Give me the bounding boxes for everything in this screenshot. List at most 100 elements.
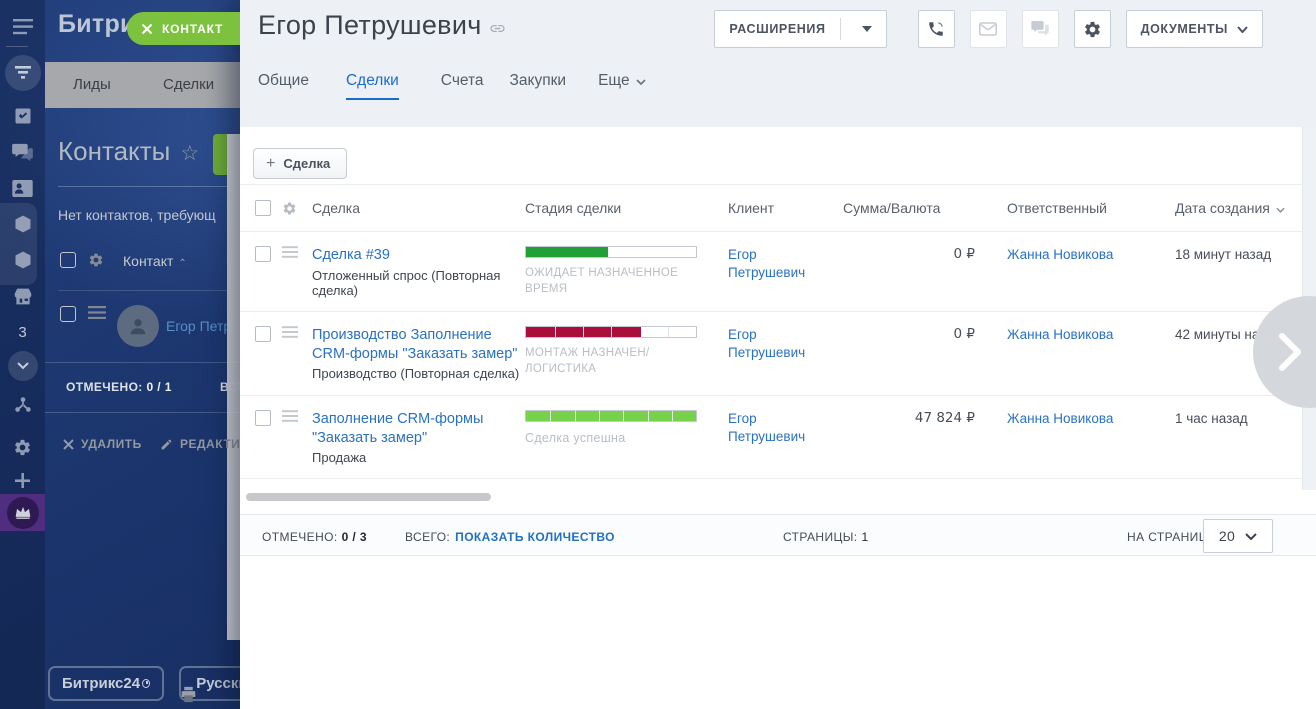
chat-button[interactable]: [1022, 10, 1059, 48]
phone-icon: [927, 20, 945, 38]
tasks-icon: [13, 106, 33, 126]
grid-header-row: Сделка Стадия сделки Клиент Сумма/Валюта…: [240, 185, 1316, 232]
deal-row[interactable]: Заполнение CRM-формы "Заказать замер"Про…: [240, 396, 1316, 479]
tab-purchases[interactable]: Закупки: [510, 72, 567, 100]
crown-icon: [15, 506, 31, 519]
menu-hamburger-icon[interactable]: [0, 10, 45, 44]
cube-icon: [13, 214, 33, 234]
tab-general[interactable]: Общие: [258, 72, 309, 100]
contact-card-icon: [12, 180, 33, 197]
sidebar-item-contacts[interactable]: [0, 171, 45, 205]
divider: [840, 18, 841, 40]
deal-stage-progressbar[interactable]: [525, 410, 697, 422]
bitrix24-brand-button[interactable]: Битрикс24: [48, 666, 164, 701]
chip-label: КОНТАКТ: [162, 22, 223, 36]
printer-icon[interactable]: [180, 686, 197, 708]
sidebar-item-crm[interactable]: [0, 207, 45, 241]
deals-toolbar: + Сделка: [240, 127, 1316, 185]
sidebar-item-chat[interactable]: [0, 135, 45, 169]
documents-button[interactable]: ДОКУМЕНТЫ: [1126, 10, 1263, 48]
created-date: 1 час назад: [1175, 411, 1248, 426]
tab-deals[interactable]: Сделки: [346, 72, 399, 100]
copy-link-icon[interactable]: [489, 20, 506, 42]
delete-button[interactable]: УДАЛИТЬ: [63, 437, 142, 451]
sidebar-item-plan[interactable]: [0, 494, 45, 531]
extensions-button[interactable]: РАСШИРЕНИЯ: [714, 10, 886, 48]
created-date: 18 минут назад: [1175, 247, 1271, 262]
contact-avatar[interactable]: [117, 305, 159, 347]
tab-invoices[interactable]: Счета: [441, 72, 484, 100]
total-counter: ВСЕГО:ПОКАЗАТЬ КОЛИЧЕСТВО: [405, 530, 615, 544]
deal-stage-label: МОНТАЖ НАЗНАЧЕН/ ЛОГИСТИКА: [525, 346, 701, 377]
deal-stage-progressbar[interactable]: [525, 326, 697, 338]
responsible-link[interactable]: Жанна Новикова: [1007, 411, 1113, 426]
row-checkbox[interactable]: [255, 410, 271, 426]
sidebar-item-tasks[interactable]: [0, 99, 45, 133]
scrollbar-thumb[interactable]: [246, 493, 491, 501]
deal-row[interactable]: Сделка #39Отложенный спрос (Повторная сд…: [240, 232, 1316, 312]
grid-footer: ОТМЕЧЕНО:0 / 3 ВСЕГО:ПОКАЗАТЬ КОЛИЧЕСТВО…: [240, 514, 1316, 556]
column-header-deal[interactable]: Сделка: [306, 200, 520, 216]
row-checkbox[interactable]: [60, 306, 76, 322]
call-button[interactable]: [918, 10, 955, 48]
deal-title-link[interactable]: Заполнение CRM-формы "Заказать замер": [312, 410, 520, 447]
sidebar-item-automation[interactable]: [0, 243, 45, 277]
column-header-contact[interactable]: Контакт⌃: [123, 253, 187, 269]
drag-handle-icon[interactable]: [282, 312, 306, 395]
column-header-stage[interactable]: Стадия сделки: [520, 200, 715, 216]
chevron-down-icon: [1237, 26, 1248, 33]
close-slider-icon[interactable]: [141, 23, 153, 35]
select-all-checkbox[interactable]: [60, 252, 76, 268]
deal-amount: 0 ₽: [843, 326, 975, 342]
sitemap-icon: [14, 396, 32, 414]
divider: [45, 362, 240, 363]
column-header-amount[interactable]: Сумма/Валюта: [825, 200, 975, 216]
slider-header: Егор Петрушевич РАСШИРЕНИЯ: [240, 0, 1316, 127]
drag-handle-icon[interactable]: [282, 396, 306, 478]
add-deal-button[interactable]: + Сделка: [253, 148, 347, 179]
column-header-client[interactable]: Клиент: [715, 200, 825, 216]
client-link[interactable]: Егор Петрушевич: [728, 411, 805, 444]
chevron-down-icon: [636, 79, 646, 85]
sidebar-badge-count[interactable]: 3: [0, 315, 45, 349]
settings-button[interactable]: [1074, 10, 1111, 48]
email-button[interactable]: [970, 10, 1007, 48]
sidebar-item-sitemap[interactable]: [0, 388, 45, 422]
slider-panel: Егор Петрушевич РАСШИРЕНИЯ: [240, 0, 1316, 709]
select-all-checkbox[interactable]: [255, 200, 271, 216]
nav-tab-leads[interactable]: Лиды: [73, 62, 111, 108]
deal-amount: 0 ₽: [843, 246, 975, 262]
grid-settings-gear-icon[interactable]: [282, 201, 306, 216]
grid-settings-gear-icon[interactable]: [88, 252, 104, 273]
tab-more[interactable]: Еще: [598, 72, 646, 100]
pencil-icon: [160, 438, 173, 451]
sidebar-item-settings[interactable]: [0, 430, 45, 464]
row-checkbox[interactable]: [255, 246, 271, 262]
deal-stage-label: ОЖИДАЕТ НАЗНАЧЕННОЕ ВРЕМЯ: [525, 266, 701, 297]
responsible-link[interactable]: Жанна Новикова: [1007, 247, 1113, 262]
per-page-select[interactable]: 20: [1203, 519, 1273, 553]
sidebar-item-company[interactable]: [0, 279, 45, 313]
contact-name-link[interactable]: Егор Петрушевич: [166, 318, 227, 334]
edit-button[interactable]: РЕДАКТИРОВАТЬ: [160, 437, 240, 451]
drag-handle-icon[interactable]: [282, 232, 306, 311]
deal-row[interactable]: Производство Заполнение CRM-формы "Заказ…: [240, 312, 1316, 396]
sidebar-expand-chevron[interactable]: [8, 351, 38, 381]
client-link[interactable]: Егор Петрушевич: [728, 327, 805, 360]
deal-stage-progressbar[interactable]: [525, 246, 697, 258]
sidebar-item-add[interactable]: [0, 463, 45, 497]
column-header-created[interactable]: Дата создания: [1175, 200, 1316, 216]
show-count-link[interactable]: ПОКАЗАТЬ КОЛИЧЕСТВО: [455, 530, 615, 544]
add-contact-button-edge[interactable]: [213, 134, 227, 175]
nav-tab-deals[interactable]: Сделки: [163, 62, 214, 108]
favorite-star-icon[interactable]: ☆: [180, 142, 199, 165]
row-checkbox[interactable]: [255, 326, 271, 342]
deal-title-link[interactable]: Сделка #39: [312, 246, 520, 265]
column-header-responsible[interactable]: Ответственный: [975, 200, 1175, 216]
filter-icon: [15, 66, 31, 80]
drag-handle-icon[interactable]: [88, 306, 106, 324]
client-link[interactable]: Егор Петрушевич: [728, 247, 805, 280]
responsible-link[interactable]: Жанна Новикова: [1007, 327, 1113, 342]
sidebar-item-filter[interactable]: [5, 55, 41, 91]
deal-title-link[interactable]: Производство Заполнение CRM-формы "Заказ…: [312, 326, 520, 363]
